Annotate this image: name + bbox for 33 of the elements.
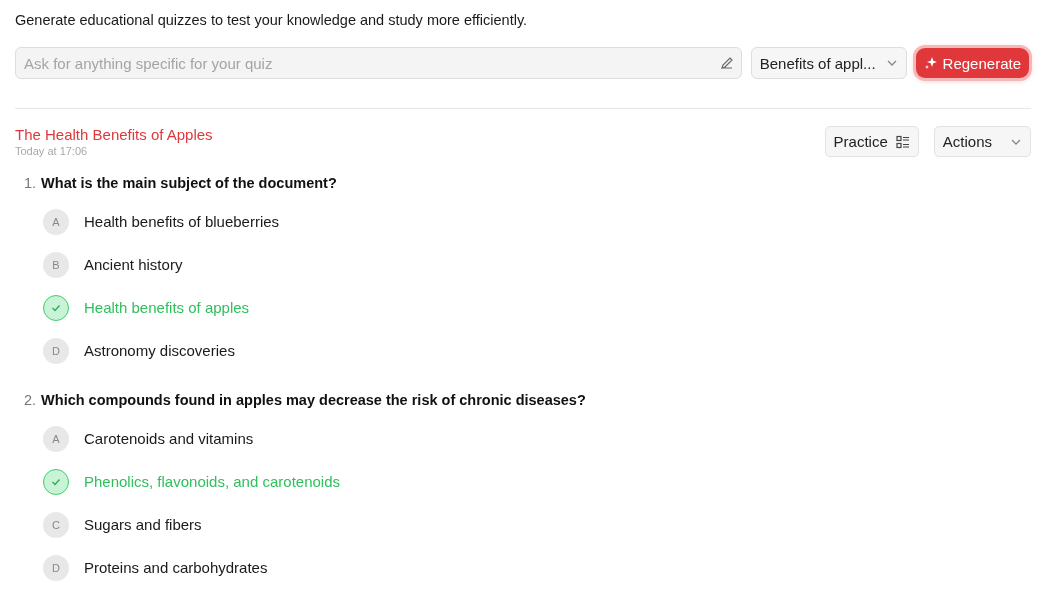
quiz-title: The Health Benefits of Apples: [15, 126, 213, 144]
option-text: Astronomy discoveries: [84, 342, 235, 360]
question-number: 2.: [24, 391, 37, 409]
regenerate-button[interactable]: Regenerate: [915, 48, 1029, 78]
option-text: Phenolics, flavonoids, and carotenoids: [84, 473, 340, 491]
option-text: Carotenoids and vitamins: [84, 430, 254, 448]
question-text: What is the main subject of the document?: [41, 174, 337, 192]
question-number: 1.: [24, 174, 37, 192]
option-letter[interactable]: D: [43, 338, 69, 364]
quiz-prompt-field[interactable]: Ask for anything specific for your quiz: [15, 47, 742, 79]
option-letter[interactable]: D: [43, 555, 69, 581]
option-letter[interactable]: A: [43, 426, 69, 452]
option-text: Ancient history: [84, 256, 183, 274]
pencil-icon: [719, 56, 734, 70]
option-text: Proteins and carbohydrates: [84, 559, 268, 577]
chevron-down-icon: [1010, 137, 1022, 146]
correct-check-icon[interactable]: [43, 469, 69, 495]
sparkle-icon: [923, 56, 938, 70]
document-dropdown[interactable]: Benefits of appl...: [750, 47, 907, 79]
option-letter[interactable]: A: [43, 209, 69, 235]
intro-text: Generate educational quizzes to test your knowledge and study more efficiently.: [15, 11, 528, 29]
option-text: Health benefits of apples: [84, 299, 250, 317]
chevron-down-icon: [885, 59, 898, 67]
actions-button[interactable]: Actions: [933, 126, 1031, 157]
practice-button[interactable]: Practice: [824, 126, 919, 157]
checklist-icon: [895, 134, 910, 149]
timestamp: Today at 17:06: [15, 145, 88, 157]
question-text: Which compounds found in apples may decrease the risk of chronic diseases?: [41, 391, 586, 409]
option-text: Health benefits of blueberries: [84, 213, 280, 231]
option-letter[interactable]: B: [43, 252, 69, 278]
option-letter[interactable]: C: [43, 512, 69, 538]
correct-check-icon[interactable]: [43, 295, 69, 321]
option-text: Sugars and fibers: [84, 516, 202, 534]
